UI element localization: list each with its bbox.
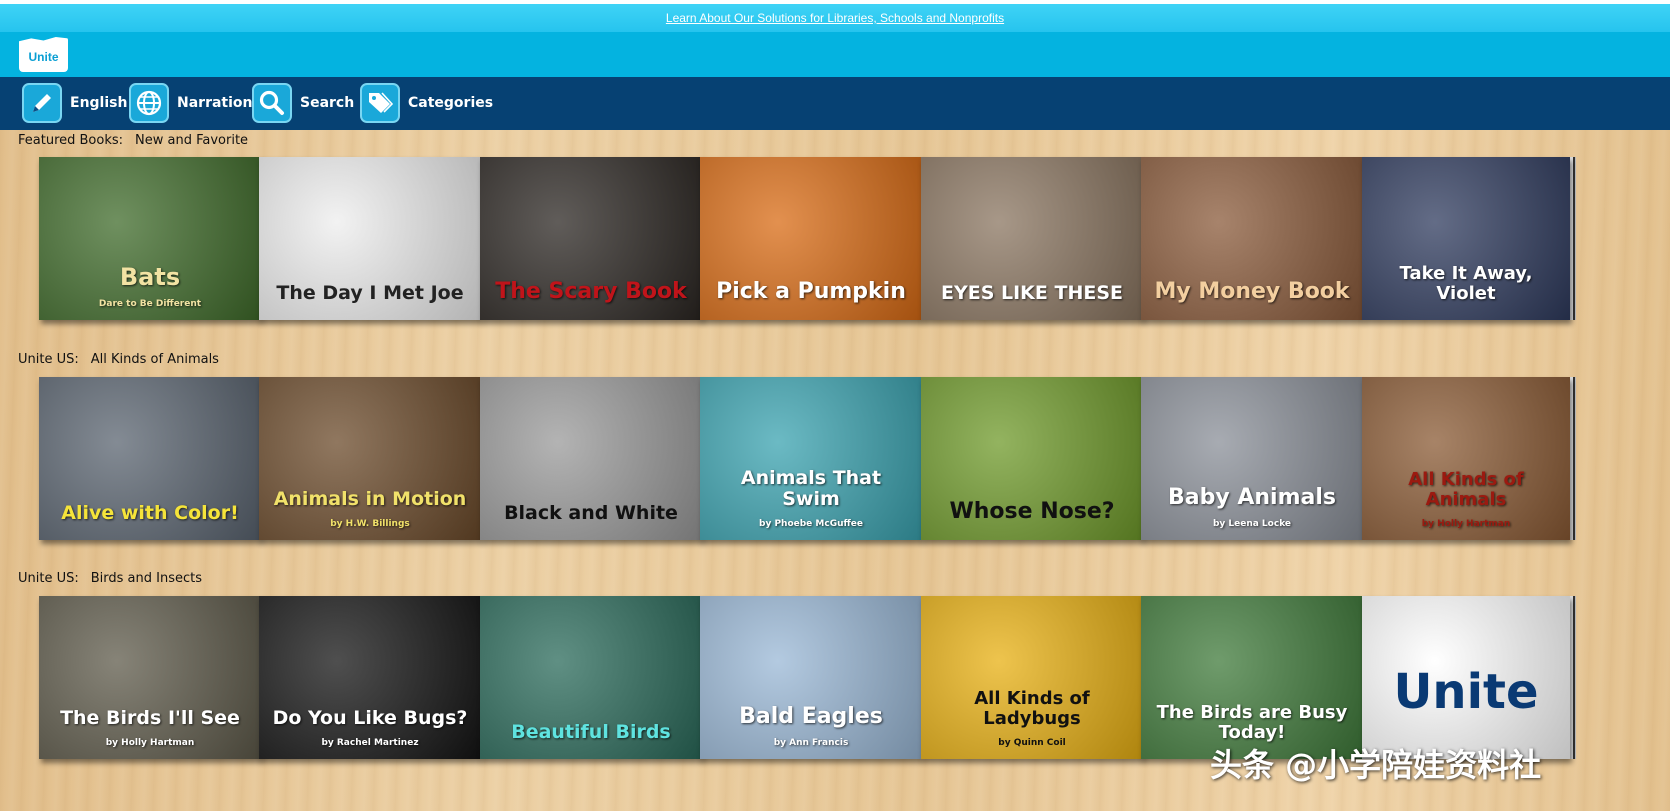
book-cover[interactable]: Pick a Pumpkin xyxy=(700,157,922,320)
nav-search-label: Search xyxy=(300,95,355,111)
book-cover[interactable]: The Birds are Busy Today! xyxy=(1141,596,1363,759)
section-name: Unite US: xyxy=(18,352,79,367)
book-title: Animals That Swim xyxy=(740,467,882,511)
book-subtitle: by Holly Hartman xyxy=(1421,519,1511,530)
book-subtitle: by Leena Locke xyxy=(1212,519,1292,530)
book-subtitle: by H.W. Billings xyxy=(330,519,410,530)
book-subtitle: by Rachel Martinez xyxy=(321,738,419,749)
pencil-icon xyxy=(22,83,62,123)
book-title: The Day I Met Joe xyxy=(276,282,464,305)
row-label-birds: Unite US: Birds and Insects xyxy=(18,571,202,586)
section-name: Unite US: xyxy=(18,571,79,586)
search-icon xyxy=(252,83,292,123)
brand-bar xyxy=(0,32,1670,77)
row-label-featured: Featured Books: New and Favorite xyxy=(18,133,248,148)
book-title: Bats xyxy=(119,262,181,291)
nav-narration[interactable]: Narration xyxy=(129,82,253,124)
book-title: All Kinds of Ladybugs xyxy=(974,688,1090,730)
book-cover[interactable]: My Money Book xyxy=(1141,157,1363,320)
book-subtitle: Dare to Be Different xyxy=(98,299,202,310)
nav-search[interactable]: Search xyxy=(252,82,354,124)
book-cover[interactable]: The Birds I'll See by Holly Hartman xyxy=(39,596,261,759)
solutions-link[interactable]: Learn About Our Solutions for Libraries,… xyxy=(666,11,1004,25)
row-label-animals: Unite US: All Kinds of Animals xyxy=(18,352,219,367)
book-title: The Scary Book xyxy=(495,278,687,304)
book-subtitle: by Quinn Coil xyxy=(998,738,1066,749)
book-title: Beautiful Birds xyxy=(511,721,671,744)
book-title: Whose Nose? xyxy=(949,498,1115,524)
book-title: Alive with Color! xyxy=(61,502,239,525)
book-title: Baby Animals xyxy=(1168,484,1336,510)
book-title: Take It Away, Violet xyxy=(1399,263,1533,305)
book-cover[interactable]: Beautiful Birds xyxy=(480,596,702,759)
book-cover[interactable]: Baby Animals by Leena Locke xyxy=(1141,377,1363,540)
book-title: Pick a Pumpkin xyxy=(716,278,906,304)
book-cover[interactable]: EYES LIKE THESE xyxy=(921,157,1143,320)
book-title: All Kinds of Animals xyxy=(1408,469,1524,511)
book-cover[interactable]: Black and White xyxy=(480,377,702,540)
top-announcement-bar: Learn About Our Solutions for Libraries,… xyxy=(0,0,1670,32)
book-cover[interactable]: The Scary Book xyxy=(480,157,702,320)
book-subtitle: by Phoebe McGuffee xyxy=(759,519,863,530)
nav-english[interactable]: English xyxy=(22,82,127,124)
book-title: Animals in Motion xyxy=(273,488,467,511)
section-subtitle: All Kinds of Animals xyxy=(90,352,219,367)
book-title: Do You Like Bugs? xyxy=(272,707,468,730)
book-title: EYES LIKE THESE xyxy=(940,282,1123,305)
logo-text: Unite xyxy=(28,49,59,64)
book-subtitle: by Holly Hartman xyxy=(105,738,195,749)
book-title: The Birds I'll See xyxy=(60,707,240,730)
book-title: My Money Book xyxy=(1154,278,1350,304)
book-cover[interactable]: Do You Like Bugs? by Rachel Martinez xyxy=(259,596,481,759)
book-cover[interactable]: Unite xyxy=(1362,596,1570,759)
book-cover[interactable]: Animals in Motion by H.W. Billings xyxy=(259,377,481,540)
book-title: Black and White xyxy=(504,502,678,525)
book-cover[interactable]: Whose Nose? xyxy=(921,377,1143,540)
book-title: Bald Eagles xyxy=(739,703,883,729)
book-cover[interactable]: Take It Away, Violet xyxy=(1362,157,1570,320)
section-name: Featured Books: xyxy=(18,133,124,148)
nav-english-label: English xyxy=(70,95,128,111)
section-subtitle: Birds and Insects xyxy=(90,571,203,586)
book-title: Unite xyxy=(1393,664,1539,721)
watermark-text: 头条 @小学陪娃资料社 xyxy=(1210,746,1542,784)
book-cover[interactable]: All Kinds of Animals by Holly Hartman xyxy=(1362,377,1570,540)
book-cover[interactable]: Alive with Color! xyxy=(39,377,261,540)
book-subtitle: by Ann Francis xyxy=(773,738,849,749)
book-cover[interactable]: The Day I Met Joe xyxy=(259,157,481,320)
unite-logo[interactable]: Unite xyxy=(19,37,68,72)
book-cover[interactable]: Animals That Swim by Phoebe McGuffee xyxy=(700,377,922,540)
book-cover[interactable]: Bats Dare to Be Different xyxy=(39,157,261,320)
book-cover[interactable]: All Kinds of Ladybugs by Quinn Coil xyxy=(921,596,1143,759)
book-title: The Birds are Busy Today! xyxy=(1156,702,1348,744)
nav-narration-label: Narration xyxy=(177,95,253,111)
section-subtitle: New and Favorite xyxy=(135,133,249,148)
tags-icon xyxy=(360,83,400,123)
nav-categories-label: Categories xyxy=(408,95,494,111)
globe-icon xyxy=(129,83,169,123)
nav-categories[interactable]: Categories xyxy=(360,82,493,124)
book-cover[interactable]: Bald Eagles by Ann Francis xyxy=(700,596,922,759)
